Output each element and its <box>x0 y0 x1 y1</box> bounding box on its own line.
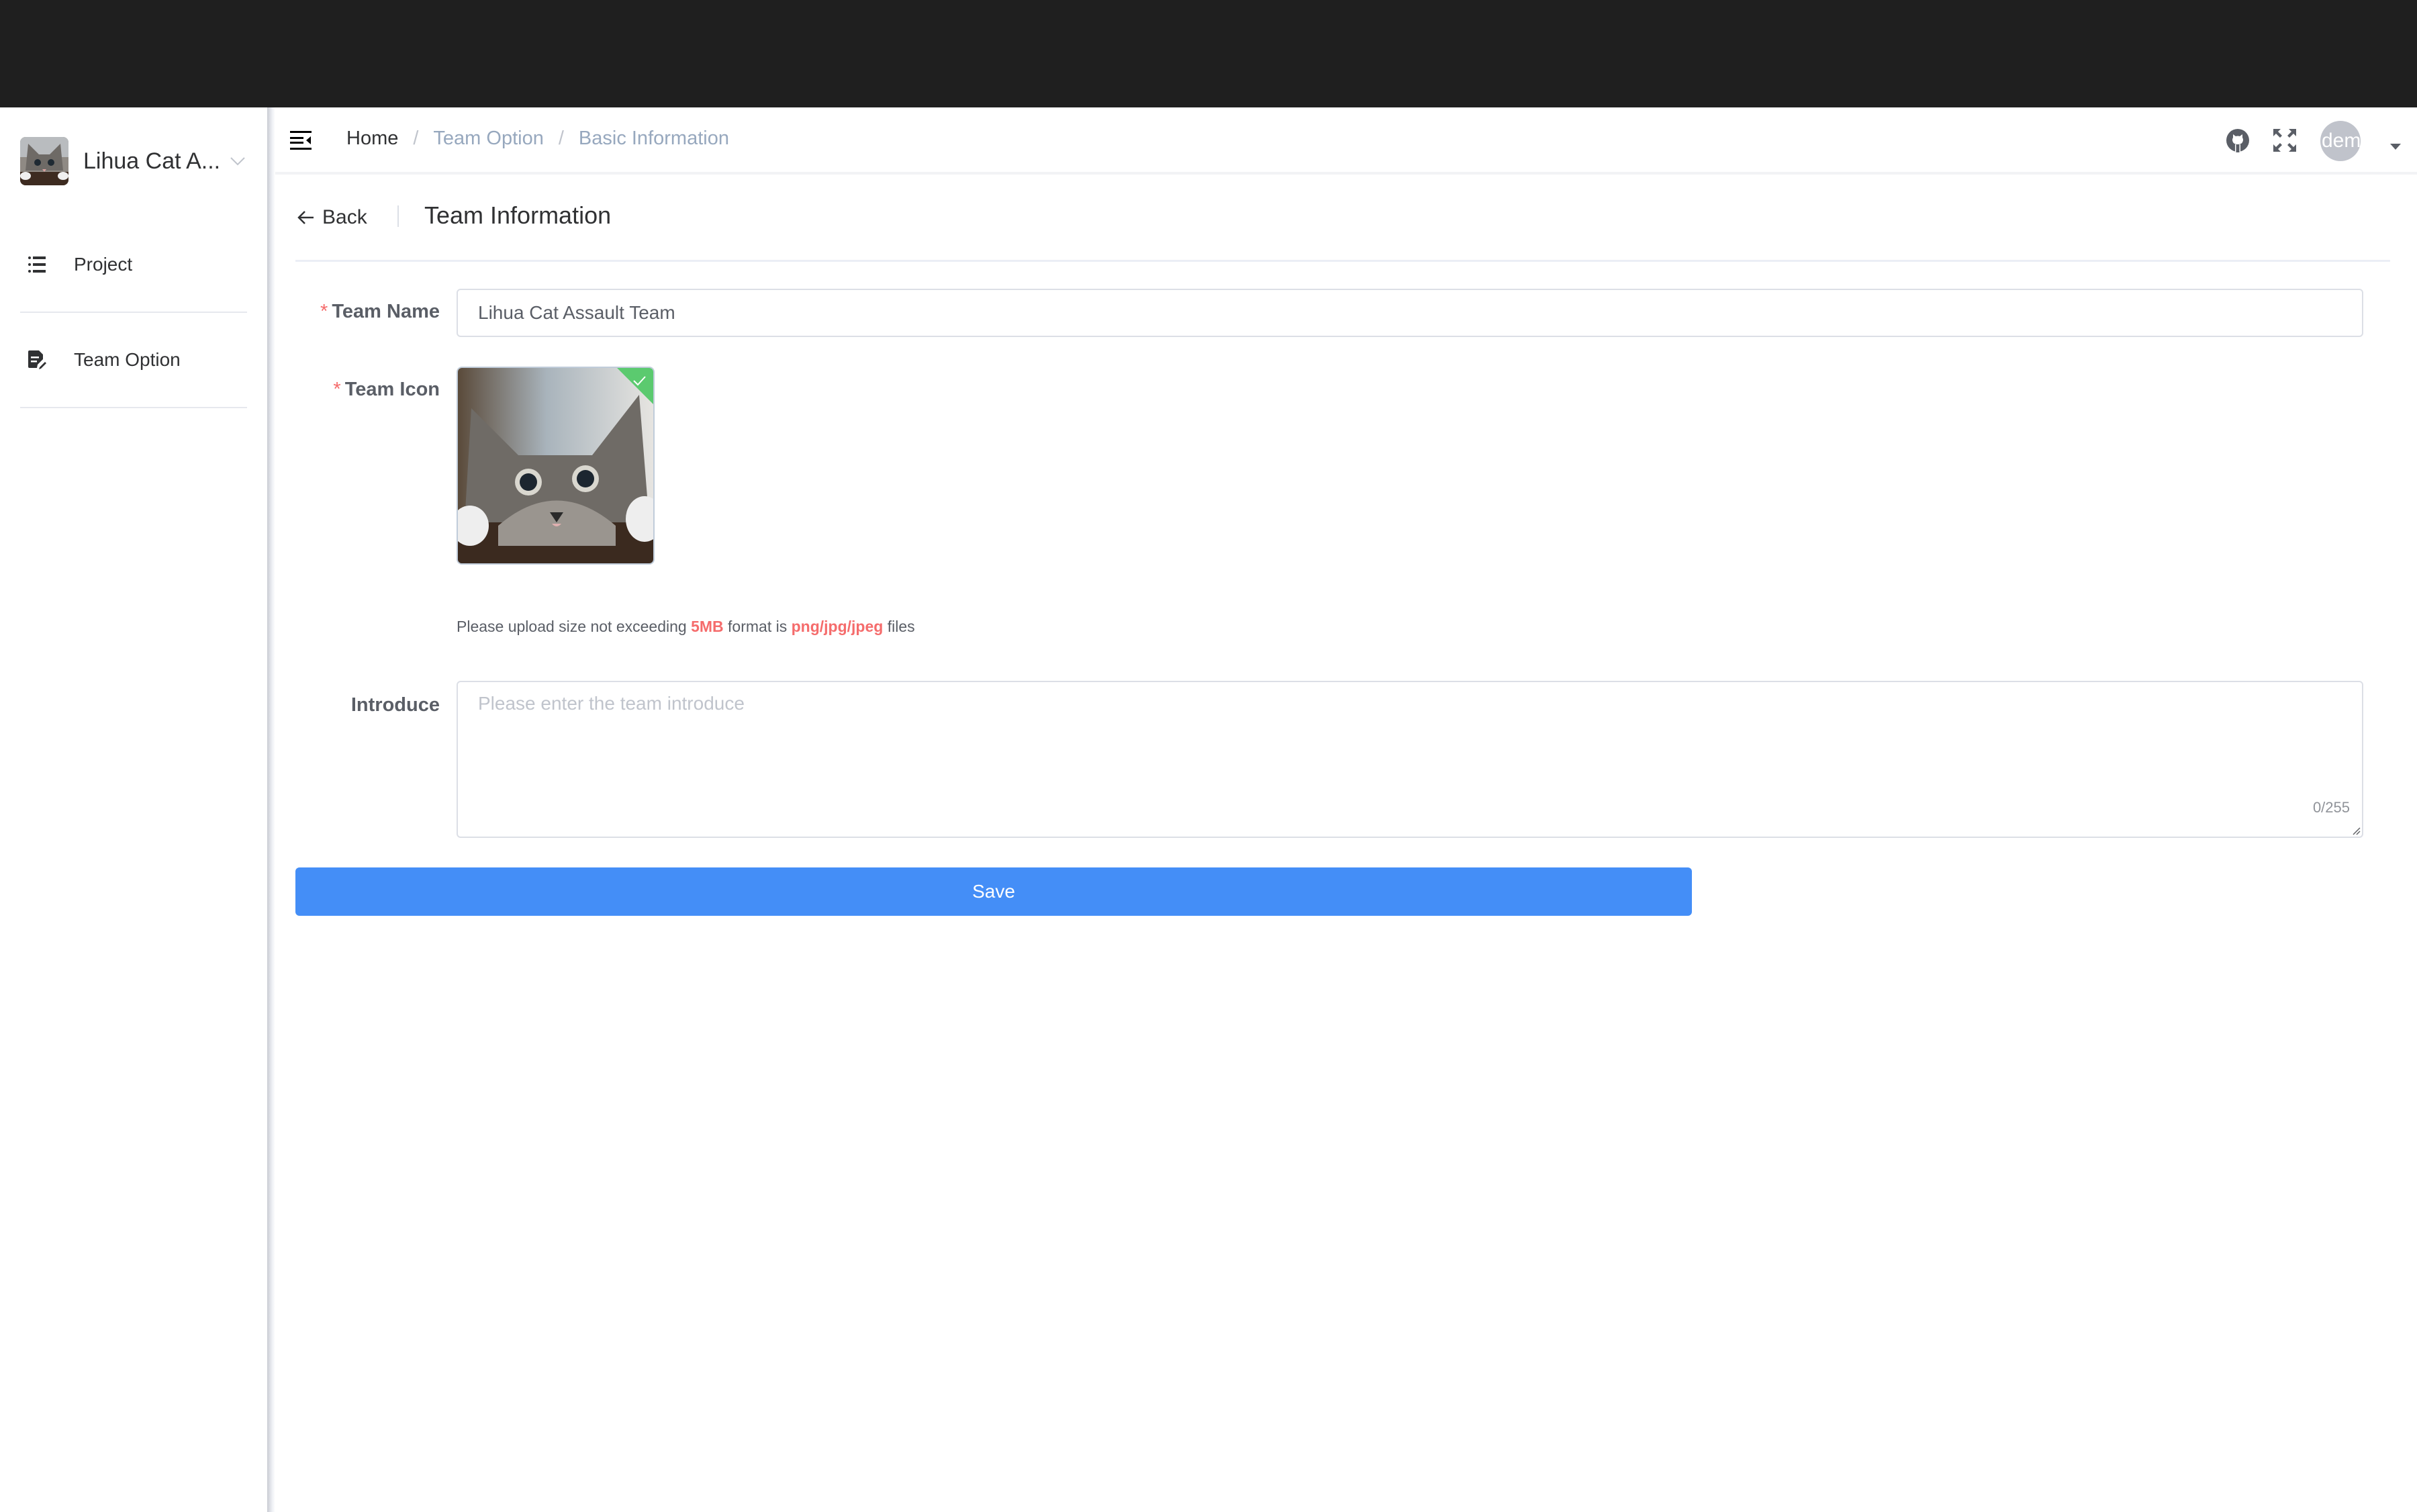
upload-tip: Please upload size not exceeding 5MB for… <box>457 618 915 635</box>
github-icon[interactable] <box>2225 128 2250 153</box>
document-edit-icon <box>27 350 47 370</box>
sidebar-divider <box>267 107 275 1512</box>
team-icon-label: * Team Icon <box>333 379 440 400</box>
breadcrumb-separator: / <box>413 128 419 149</box>
team-icon-upload[interactable] <box>457 367 655 565</box>
resize-handle-icon[interactable] <box>2351 826 2361 835</box>
team-icon-image <box>458 368 653 563</box>
team-avatar <box>20 137 68 185</box>
team-switcher-name: Lihua Cat A... <box>83 148 221 174</box>
breadcrumb-team-option: Team Option <box>433 128 544 149</box>
top-bar <box>0 0 2417 107</box>
menu-fold-icon[interactable] <box>290 129 314 153</box>
team-name-label: * Team Name <box>320 301 440 322</box>
sidebar-item-project[interactable]: Project <box>20 218 247 313</box>
chevron-down-icon <box>230 153 246 169</box>
check-icon <box>633 376 646 386</box>
back-button[interactable]: Back <box>295 203 367 232</box>
page-header: Back Team Information <box>295 195 2390 262</box>
sidebar-item-label: Team Option <box>74 349 181 370</box>
breadcrumb-home[interactable]: Home <box>346 128 398 150</box>
sidebar-item-team-option[interactable]: Team Option <box>20 313 247 408</box>
fullscreen-icon[interactable] <box>2272 128 2297 153</box>
back-label: Back <box>322 206 367 228</box>
introduce-label: Introduce <box>350 694 440 716</box>
breadcrumb: Home / Team Option / Basic Information <box>346 128 729 150</box>
team-switcher[interactable]: Lihua Cat A... <box>20 137 248 185</box>
list-icon <box>27 254 47 275</box>
upload-formats: png/jpg/jpeg <box>791 618 884 635</box>
team-name-input[interactable]: Lihua Cat Assault Team <box>457 289 2363 337</box>
page-title: Team Information <box>424 201 612 229</box>
introduce-placeholder: Please enter the team introduce <box>478 693 745 714</box>
navbar: Home / Team Option / Basic Information <box>275 107 2417 175</box>
character-counter: 0/255 <box>2312 799 2350 816</box>
page-header-divider <box>397 205 399 227</box>
breadcrumb-basic-information: Basic Information <box>578 128 729 149</box>
user-avatar[interactable]: demo <box>2320 121 2361 161</box>
breadcrumb-separator: / <box>558 128 564 149</box>
arrow-left-icon <box>297 211 314 224</box>
sidebar: Lihua Cat A... Project Team Option <box>0 107 269 1512</box>
upload-size-limit: 5MB <box>691 618 724 635</box>
caret-down-icon[interactable] <box>2390 144 2401 150</box>
introduce-textarea[interactable]: Please enter the team introduce 0/255 <box>457 681 2363 838</box>
sidebar-item-label: Project <box>74 254 133 275</box>
save-button[interactable]: Save <box>295 867 1692 916</box>
